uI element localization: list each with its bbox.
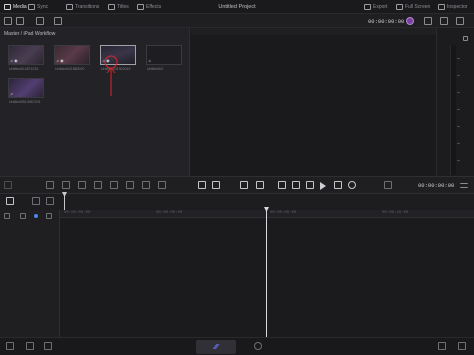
clip-thumbnail[interactable]: ♫ ◉ Untitled021880020: [54, 45, 90, 74]
color-swatch-icon[interactable]: [406, 17, 414, 25]
audio-meter-toggle-icon[interactable]: [440, 17, 448, 25]
track-options-icon[interactable]: [46, 213, 52, 219]
go-to-start-icon[interactable]: [278, 181, 286, 189]
timeline-track-area[interactable]: [60, 218, 474, 337]
safe-area-icon[interactable]: [424, 17, 432, 25]
blade-icon[interactable]: [4, 181, 12, 189]
new-bin-icon[interactable]: [36, 17, 44, 25]
clip-thumbnail[interactable]: ♫ ◉ Untitled014571031: [8, 45, 44, 74]
timeline-ruler[interactable]: 00:00:00:00 00:00:00:00 00:00:08:00 00:0…: [60, 210, 474, 218]
clip-image: [146, 45, 182, 65]
go-to-end-icon[interactable]: [334, 181, 342, 189]
selection-tool-icon[interactable]: [6, 197, 14, 205]
timeline-tools: [0, 194, 474, 210]
meter-tick: [457, 92, 460, 93]
media-toolbar: 00:00:00:00: [0, 14, 474, 28]
source-overwrite-icon[interactable]: [158, 181, 166, 189]
fullscreen-viewer-icon[interactable]: [384, 181, 392, 189]
ruler-label: 00:00:16:00: [382, 211, 409, 215]
viewer-panel[interactable]: [191, 28, 436, 176]
lock-track-icon[interactable]: [6, 342, 14, 350]
video-track-toggle-icon[interactable]: [34, 214, 38, 218]
razor-tool-icon[interactable]: [46, 197, 54, 205]
checkbox-icon[interactable]: [456, 17, 464, 25]
meter-tick: [457, 143, 460, 144]
ruler-label: 00:00:00:00: [156, 211, 183, 215]
meter-tick: [457, 109, 460, 110]
viewer-header: [191, 28, 436, 35]
zoom-icon[interactable]: [26, 342, 34, 350]
jog-right-icon[interactable]: [256, 181, 264, 189]
play-icon[interactable]: [320, 182, 326, 190]
meter-settings-icon[interactable]: [463, 36, 468, 41]
clip-thumbnail[interactable]: ♫ Untitled0514967203: [8, 78, 44, 107]
bin-path: Master / iPad Workflow: [4, 31, 56, 37]
append-icon[interactable]: [110, 181, 118, 189]
transport-timecode: 00:00:00:00: [418, 182, 455, 189]
bottom-bar: ⁄⁄⁄: [0, 337, 474, 355]
ruler-label: 00:00:08:00: [270, 211, 297, 215]
clip-thumbnail[interactable]: ♫ Untitled04: [146, 45, 182, 74]
media-pool: Master / iPad Workflow ♫ ◉ Untitled01457…: [0, 28, 190, 176]
track-header: [0, 210, 60, 337]
meter-tick: [457, 126, 460, 127]
cut-page-button[interactable]: ⁄⁄⁄: [196, 340, 236, 354]
redo-icon[interactable]: [458, 342, 466, 350]
meter-tick: [457, 160, 460, 161]
ruler-label: 00:00:00:00: [64, 211, 91, 215]
clip-badge-icon: ♫: [148, 58, 151, 63]
stop-icon[interactable]: [306, 181, 314, 189]
list-view-icon[interactable]: [16, 17, 24, 25]
inspector-button[interactable]: Inspector: [438, 3, 468, 11]
playhead[interactable]: [266, 208, 267, 338]
export-button[interactable]: Export: [364, 3, 387, 11]
place-on-top-icon[interactable]: [94, 181, 102, 189]
import-media-icon[interactable]: [4, 17, 12, 25]
inspector-icon: [438, 4, 445, 10]
ripple-overwrite-icon[interactable]: [126, 181, 134, 189]
undo-icon[interactable]: [438, 342, 446, 350]
overwrite-clip-icon[interactable]: [62, 181, 70, 189]
menu-icon[interactable]: [460, 183, 468, 188]
trim-tool-icon[interactable]: [32, 197, 40, 205]
link-icon[interactable]: [4, 213, 10, 219]
fullscreen-button[interactable]: Full Screen: [396, 3, 430, 11]
clip-badge-icon: ♫: [10, 91, 13, 96]
audio-meter: [450, 45, 456, 175]
trash-icon[interactable]: [44, 342, 52, 350]
loop-icon[interactable]: [348, 181, 356, 189]
clip-badge-icon: ♫ ◉: [10, 58, 18, 63]
insert-clip-icon[interactable]: [46, 181, 54, 189]
reverse-icon[interactable]: [292, 181, 300, 189]
compose-icon[interactable]: [54, 17, 62, 25]
timeline-start-marker: [64, 193, 65, 211]
clip-badge-icon: ♫ ◉: [56, 58, 64, 63]
clip-image: [8, 78, 44, 98]
export-icon: [364, 4, 371, 10]
mark-icon[interactable]: [198, 181, 206, 189]
jog-left-icon[interactable]: [240, 181, 248, 189]
replace-clip-icon[interactable]: [78, 181, 86, 189]
audio-track-icon[interactable]: [20, 213, 26, 219]
meter-tick: [457, 75, 460, 76]
cut-page-icon: ⁄⁄⁄: [214, 343, 218, 351]
fullscreen-icon: [396, 4, 403, 10]
close-up-icon[interactable]: [142, 181, 150, 189]
color-page-icon[interactable]: [254, 342, 262, 350]
flag-icon[interactable]: [212, 181, 220, 189]
viewer-timecode: 00:00:00:00: [368, 18, 405, 25]
edit-toolbar: 00:00:00:00: [0, 176, 474, 194]
clip-badge-icon: ♫ ◉: [102, 58, 110, 63]
meter-tick: [457, 58, 460, 59]
clip-thumbnail-selected[interactable]: ♫ ◉ Untitled031902049: [100, 45, 136, 74]
top-menu-bar: Media Sync Transitions Titles Effects Un…: [0, 0, 474, 14]
